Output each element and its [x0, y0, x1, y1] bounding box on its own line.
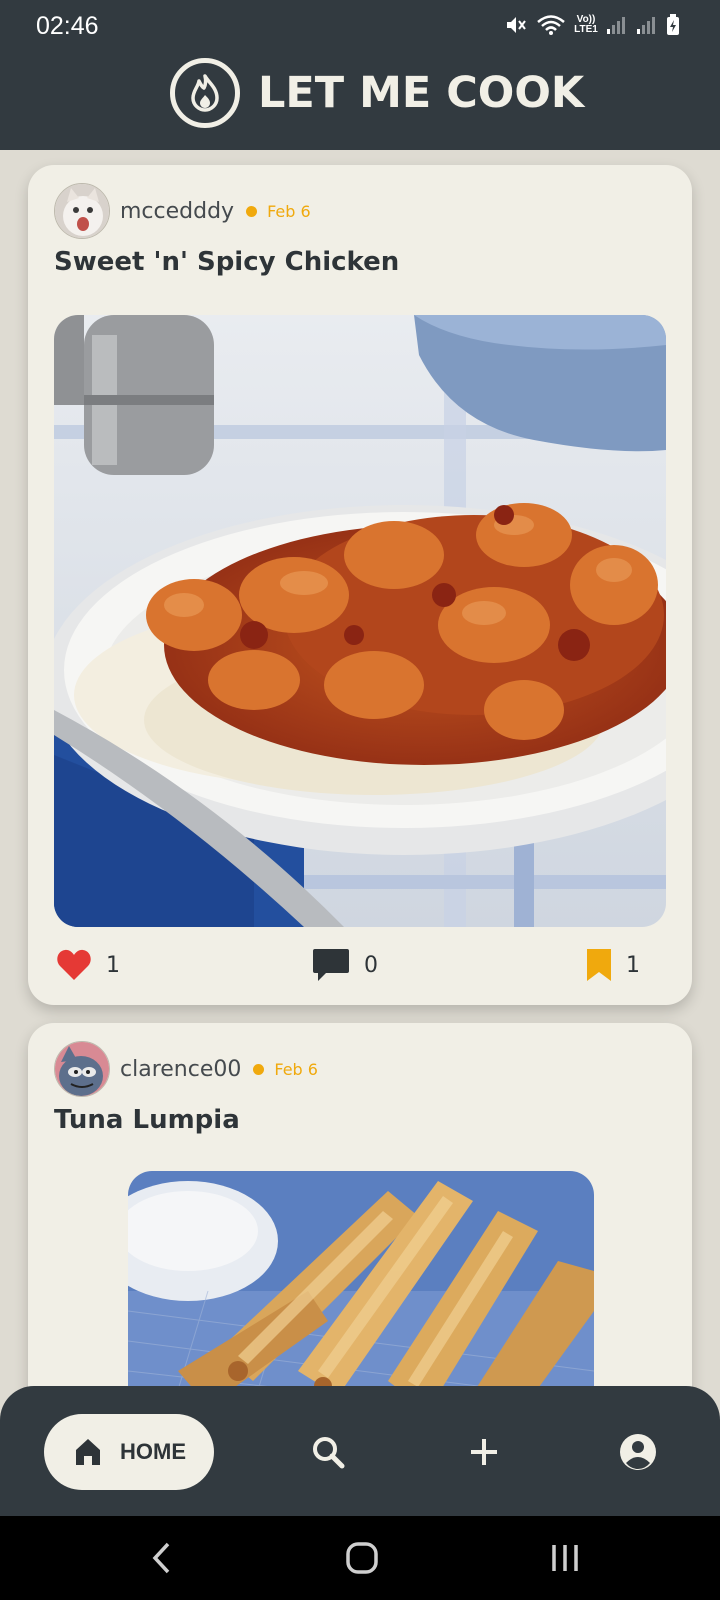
bookmark-icon: [587, 949, 611, 981]
brand: LET ME COOK: [170, 58, 584, 128]
nav-home-label: HOME: [120, 1439, 186, 1464]
post-card[interactable]: clarence00 Feb 6 Tuna Lumpia: [28, 1023, 692, 1423]
like-button[interactable]: 1: [56, 940, 120, 990]
status-time: 02:46: [36, 12, 99, 40]
comment-button[interactable]: 0: [312, 940, 378, 990]
post-title[interactable]: Sweet 'n' Spicy Chicken: [54, 247, 399, 277]
comment-icon: [313, 949, 349, 981]
search-icon: [313, 1437, 345, 1469]
system-home-button[interactable]: [342, 1538, 382, 1578]
network-label: Vo)) LTE1: [574, 14, 598, 35]
avatar[interactable]: [54, 183, 110, 239]
system-back-button[interactable]: [142, 1538, 182, 1578]
save-count: 1: [626, 952, 640, 978]
separator-dot: [253, 1063, 265, 1075]
system-recents-button[interactable]: [545, 1538, 585, 1578]
app-header: 02:46 Vo)) LTE1 LET ME COOK: [0, 0, 720, 150]
username[interactable]: clarence00: [120, 1057, 241, 1082]
username[interactable]: mccedddy: [120, 199, 234, 224]
nav-home-button[interactable]: HOME: [44, 1414, 214, 1490]
mute-icon: [507, 17, 526, 33]
bookmark-button[interactable]: 1: [586, 940, 640, 990]
app-title: LET ME COOK: [258, 68, 585, 118]
nav-search-button[interactable]: [300, 1424, 356, 1480]
profile-icon: [620, 1434, 656, 1470]
battery-icon: [667, 14, 679, 35]
recents-icon: [552, 1545, 578, 1571]
heart-icon: [57, 949, 91, 980]
feed[interactable]: mccedddy Feb 6 Sweet 'n' Spicy Chicken 1…: [28, 165, 692, 1423]
post-author[interactable]: clarence00 Feb 6: [54, 1041, 318, 1097]
nav-profile-button[interactable]: [610, 1424, 666, 1480]
wifi-icon: [537, 15, 565, 35]
post-author[interactable]: mccedddy Feb 6: [54, 183, 311, 239]
home-circle-icon: [346, 1542, 378, 1574]
signal-icon-2: [637, 17, 655, 34]
status-icons: Vo)) LTE1: [504, 14, 680, 36]
home-icon: [76, 1439, 100, 1465]
post-date: Feb 6: [274, 1059, 318, 1079]
post-title[interactable]: Tuna Lumpia: [54, 1105, 240, 1135]
post-card[interactable]: mccedddy Feb 6 Sweet 'n' Spicy Chicken 1…: [28, 165, 692, 1005]
post-image[interactable]: [54, 315, 666, 927]
bottom-nav: HOME: [0, 1386, 720, 1516]
avatar[interactable]: [54, 1041, 110, 1097]
flame-icon: [170, 58, 240, 128]
like-count: 1: [106, 952, 120, 978]
separator-dot: [246, 205, 258, 217]
back-icon: [152, 1542, 170, 1574]
comment-count: 0: [364, 952, 378, 978]
post-actions: 1 0 1: [56, 940, 666, 990]
nav-add-button[interactable]: [456, 1424, 512, 1480]
add-icon: [471, 1439, 497, 1465]
post-date: Feb 6: [267, 201, 311, 221]
system-nav-bar: [0, 1516, 720, 1600]
signal-icon: [607, 17, 625, 34]
